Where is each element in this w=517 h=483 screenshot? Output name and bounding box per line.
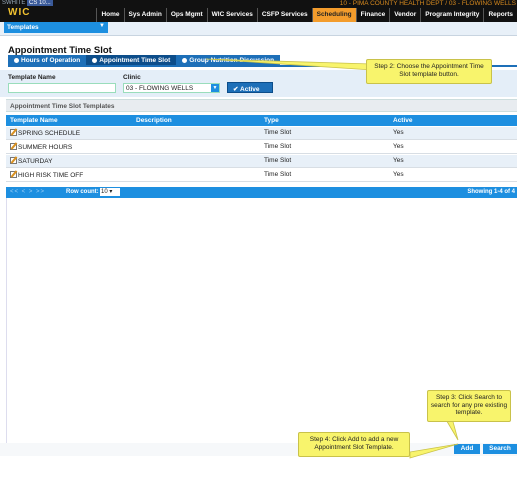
table-header: Template Name Description Type Active [6,115,517,126]
templates-dropdown[interactable]: Templates ▼ [4,22,108,33]
tab-group-nutrition-discussion[interactable]: Group Nutrition Discussion [176,55,280,65]
row-type: Time Slot [264,143,292,150]
row-template-name[interactable]: SUMMER HOURS [10,143,72,151]
row-active: Yes [393,129,404,136]
callout-step3: Step 3: Click Search to search for any p… [427,390,511,422]
search-button[interactable]: Search [483,444,517,454]
table-row[interactable]: HIGH RISK TIME OFF Time Slot Yes [6,169,517,182]
row-active: Yes [393,157,404,164]
menu-ops-mgmt[interactable]: Ops Mgmt [165,8,207,22]
add-button[interactable]: Add [454,444,480,454]
clinic-select[interactable]: 03 - FLOWING WELLS ▼ [123,83,220,93]
menu-home[interactable]: Home [96,8,123,22]
radio-icon [14,58,19,63]
radio-icon [92,58,98,63]
templates-dropdown-label: Templates [7,24,39,31]
template-tabs: Hours of Operation Appointment Time Slot… [8,55,281,65]
col-type[interactable]: Type [264,117,279,124]
row-template-name[interactable]: SPRING SCHEDULE [10,129,80,137]
menu-sys-admin[interactable]: Sys Admin [123,8,166,22]
top-header: SWHITE CS 10... WIC 10 - PIMA COUNTY HEA… [0,0,517,22]
menu-vendor[interactable]: Vendor [389,8,420,22]
menu-reports[interactable]: Reports [483,8,517,22]
callout-step4: Step 4: Click Add to add a new Appointme… [298,432,410,457]
row-type: Time Slot [264,157,292,164]
templates-section-title: Appointment Time Slot Templates [6,99,517,112]
tab-hours-of-operation[interactable]: Hours of Operation [8,55,86,65]
row-count-select[interactable]: 10 ▾ [100,188,120,196]
chevron-down-icon: ▼ [99,23,105,29]
edit-icon[interactable] [10,129,17,136]
row-type: Time Slot [264,171,292,178]
table-pager: << < > >> Row count: 10 ▾ Showing 1-4 of… [6,187,517,198]
chevron-down-icon: ▼ [211,84,219,92]
menu-program-integrity[interactable]: Program Integrity [420,8,483,22]
pager-nav-arrows[interactable]: << < > >> [10,189,45,195]
menu-wic-services[interactable]: WIC Services [206,8,257,22]
wic-logo: WIC [8,7,31,18]
menu-scheduling[interactable]: Scheduling [311,8,356,22]
callout-step2: Step 2: Choose the Appointment Time Slot… [366,59,492,84]
menu-finance[interactable]: Finance [355,8,390,22]
clinic-label: Clinic [123,74,141,81]
edit-icon[interactable] [10,157,17,164]
clinic-select-value: 03 - FLOWING WELLS [126,85,194,92]
user-info: SWHITE CS 10... [2,0,53,6]
active-filter-button[interactable]: ✔ Active [227,82,273,93]
template-name-label: Template Name [8,74,56,81]
showing-count: Showing 1-4 of 4 [467,189,515,195]
col-template-name[interactable]: Template Name [10,117,58,124]
row-count-label: Row count: [66,189,99,195]
main-menu: Home Sys Admin Ops Mgmt WIC Services CSF… [96,8,517,22]
table-row[interactable]: SUMMER HOURS Time Slot Yes [6,141,517,154]
radio-icon [182,58,188,63]
template-name-input[interactable] [8,83,116,93]
edit-icon[interactable] [10,143,17,150]
table-row[interactable]: SATURDAY Time Slot Yes [6,155,517,168]
row-active: Yes [393,171,404,178]
action-bar: Add Search [0,443,517,456]
user-badge[interactable]: CS 10... [27,0,53,6]
tab-appointment-time-slot[interactable]: Appointment Time Slot [86,55,177,65]
row-type: Time Slot [264,129,292,136]
row-active: Yes [393,143,404,150]
edit-icon[interactable] [10,171,17,178]
agency-clinic: 10 - PIMA COUNTY HEALTH DEPT / 03 - FLOW… [339,0,516,7]
col-description[interactable]: Description [136,117,172,124]
menu-csfp-services[interactable]: CSFP Services [256,8,312,22]
sub-toolbar: Templates ▼ [0,22,517,36]
row-template-name[interactable]: HIGH RISK TIME OFF [10,171,83,179]
user-name: SWHITE [2,0,26,6]
row-template-name[interactable]: SATURDAY [10,157,52,165]
col-active[interactable]: Active [393,117,413,124]
table-row[interactable]: SPRING SCHEDULE Time Slot Yes [6,127,517,140]
